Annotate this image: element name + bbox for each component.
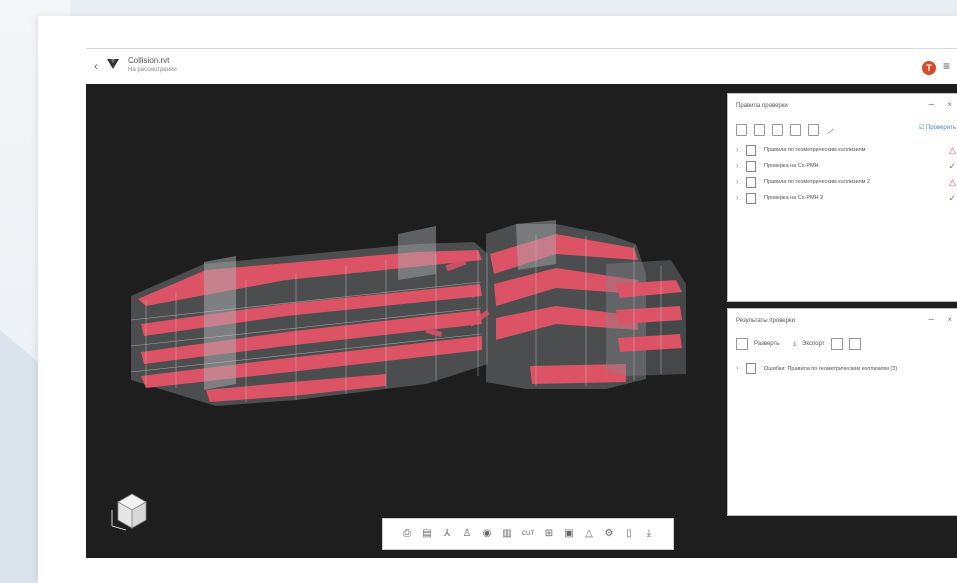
export-label[interactable]: Экспорт xyxy=(802,341,825,347)
print-icon[interactable]: ⎙ xyxy=(400,527,414,541)
chevron-right-icon[interactable]: › xyxy=(736,147,746,154)
warning-status-icon: △ xyxy=(949,176,956,187)
section-icon[interactable]: ⊞ xyxy=(542,527,556,541)
user-avatar[interactable]: T xyxy=(922,61,936,75)
rule-item[interactable]: › Правила по геометрическим коллизиям 2 … xyxy=(736,176,956,188)
view-toolbar: ⎙ ▤ ⅄ ♙ ◉ ▥ CUT ⊞ ▣ △ ⚙ ▯ ⤓ xyxy=(382,518,674,550)
person-icon[interactable]: ♙ xyxy=(460,527,474,541)
minimize-icon[interactable]: – xyxy=(928,99,934,110)
eye-icon[interactable]: ◉ xyxy=(480,527,494,541)
results-panel-title: Результаты проверки xyxy=(736,318,795,324)
expand-label[interactable]: Разверть xyxy=(754,341,779,347)
document-icon xyxy=(746,363,756,374)
download-icon[interactable]: ⤓ xyxy=(642,527,656,541)
rules-panel-title: Правила проверки xyxy=(736,103,788,109)
result-group-label: Ошибки: Правила по геометрическим коллиз… xyxy=(764,365,898,372)
nav-cube-icon[interactable] xyxy=(108,488,154,532)
minimize-icon[interactable]: – xyxy=(928,314,934,325)
app-logo-icon xyxy=(107,59,119,69)
warning-icon[interactable]: △ xyxy=(582,527,596,541)
results-toolbar: Разверть ⤓ Экспорт xyxy=(736,338,861,350)
check-status-icon: ✓ xyxy=(948,160,956,171)
rule-label: Проверка на Сх-РМН xyxy=(764,163,819,169)
cut-icon[interactable]: CUT xyxy=(520,527,536,541)
chevron-right-icon[interactable]: › xyxy=(736,163,746,170)
file-name[interactable]: Collision.rvt xyxy=(128,56,169,65)
chevron-right-icon[interactable]: › xyxy=(736,365,746,372)
copy-icon[interactable] xyxy=(772,124,783,136)
edit-icon[interactable] xyxy=(825,126,835,135)
chevron-right-icon[interactable]: › xyxy=(736,179,746,186)
rule-label: Правила по геометрическим коллизиям xyxy=(764,147,866,153)
rule-label: Проверка на Сх-РМН 2 xyxy=(764,195,824,201)
rule-item[interactable]: › Проверка на Сх-РМН 2 ✓ xyxy=(736,192,956,204)
close-icon[interactable]: × xyxy=(947,315,952,324)
document-icon xyxy=(746,176,756,188)
rules-toolbar xyxy=(736,124,835,136)
document-icon xyxy=(746,160,756,172)
rules-panel: Правила проверки – × ☑ Проверить › Прави… xyxy=(727,93,957,302)
top-bar: ‹ Collision.rvt На рассмотрении T ≡ xyxy=(86,48,957,85)
expand-icon[interactable] xyxy=(736,338,748,350)
hamburger-menu-icon[interactable]: ≡ xyxy=(943,59,950,73)
new-file-icon[interactable] xyxy=(754,124,765,136)
document-icon xyxy=(746,144,756,156)
download-icon[interactable]: ⤓ xyxy=(793,341,796,348)
check-button[interactable]: ☑ Проверить xyxy=(919,124,956,131)
chevron-right-icon[interactable]: › xyxy=(736,195,746,202)
back-icon[interactable]: ‹ xyxy=(94,59,98,73)
import-icon[interactable] xyxy=(790,124,801,136)
export-icon[interactable] xyxy=(808,124,819,136)
box-icon[interactable]: ▣ xyxy=(562,527,576,541)
sheet-icon[interactable]: ▥ xyxy=(500,527,514,541)
rule-item[interactable]: › Проверка на Сх-РМН ✓ xyxy=(736,160,956,172)
check-button-label: Проверить xyxy=(925,125,956,131)
result-group[interactable]: › Ошибки: Правила по геометрическим колл… xyxy=(736,363,897,374)
results-panel: Результаты проверки – × Разверть ⤓ Экспо… xyxy=(727,308,957,516)
settings-icon[interactable]: ⚙ xyxy=(602,527,616,541)
layers-icon[interactable]: ▤ xyxy=(420,527,434,541)
warning-status-icon: △ xyxy=(949,144,956,155)
close-icon[interactable]: × xyxy=(947,100,952,109)
file-status: На рассмотрении xyxy=(128,67,177,73)
select-icon[interactable] xyxy=(830,338,843,350)
folder-icon[interactable] xyxy=(736,124,747,136)
check-status-icon: ✓ xyxy=(948,192,956,203)
viewer-app: ‹ Collision.rvt На рассмотрении T ≡ ⎙ ▤ … xyxy=(86,48,957,583)
deselect-icon[interactable] xyxy=(848,338,861,350)
rule-item[interactable]: › Правила по геометрическим коллизиям △ xyxy=(736,144,956,156)
clipboard-icon[interactable]: ▯ xyxy=(622,527,636,541)
3d-viewport[interactable]: ⎙ ▤ ⅄ ♙ ◉ ▥ CUT ⊞ ▣ △ ⚙ ▯ ⤓ Правила пров… xyxy=(86,84,957,558)
rule-label: Правила по геометрическим коллизиям 2 xyxy=(764,179,871,185)
document-icon xyxy=(746,192,756,204)
axes-icon[interactable]: ⅄ xyxy=(440,527,454,541)
